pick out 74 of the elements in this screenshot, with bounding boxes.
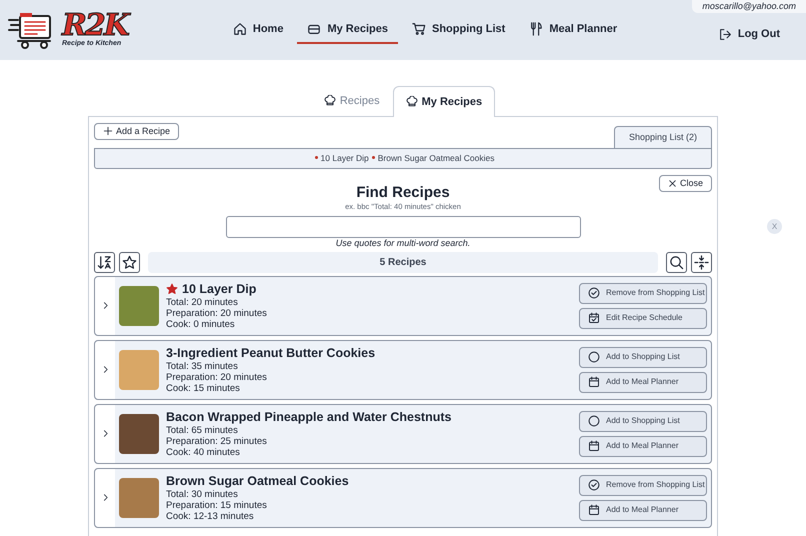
recipe-time: Total: 20 minutes — [166, 296, 239, 308]
home-icon — [232, 22, 247, 36]
favorites-button[interactable] — [119, 252, 140, 272]
nav-link[interactable]: My Recipes — [297, 16, 398, 44]
cart-icon — [412, 22, 426, 36]
nav-link[interactable]: Home — [222, 16, 294, 44]
close-button[interactable]: Close — [658, 174, 712, 192]
sort-descending-icon — [97, 254, 112, 270]
logout-icon — [718, 28, 732, 40]
recipe-title[interactable]: 3-Ingredient Peanut Butter Cookies — [166, 346, 376, 360]
photo-placeholder — [119, 350, 159, 390]
recipe-time: Cook: 40 minutes — [166, 446, 241, 458]
calendar-check-icon — [588, 312, 600, 324]
user-email: moscarillo@yahoo.com — [692, 0, 806, 13]
search-hint: Use quotes for multi-word search. — [336, 238, 470, 248]
recipe-time: Preparation: 20 minutes — [166, 308, 268, 318]
shopping-cart-logo-icon — [8, 10, 54, 50]
plus-icon — [103, 126, 113, 136]
photo-placeholder — [119, 286, 159, 326]
chef-hat-icon — [406, 96, 418, 108]
check-circle-icon — [588, 479, 600, 491]
logout-button[interactable]: Log Out — [708, 20, 790, 50]
recipe-time: Cook: 12-13 minutes — [166, 510, 255, 522]
calendar-icon — [588, 440, 600, 452]
collapse-icon — [694, 254, 709, 270]
star-icon — [122, 254, 137, 270]
shopping-list-button[interactable]: Add to Shopping List — [579, 346, 707, 368]
recipe-time: Preparation: 25 minutes — [166, 436, 268, 446]
bullet-icon — [372, 156, 375, 158]
circle-icon — [588, 415, 600, 427]
search-icon — [669, 254, 684, 270]
search-button[interactable] — [666, 252, 687, 272]
meal-planner-button[interactable]: Add to Meal Planner — [579, 436, 707, 456]
recipe-title[interactable]: Brown Sugar Oatmeal Cookies — [166, 474, 349, 488]
container-icon — [307, 22, 322, 36]
recipe-time: Total: 35 minutes — [166, 360, 239, 372]
meal-planner-button[interactable]: Add to Meal Planner — [579, 500, 707, 520]
photo-placeholder — [119, 414, 159, 454]
tab[interactable]: My Recipes — [392, 86, 496, 116]
meal-planner-button[interactable]: Add to Meal Planner — [579, 372, 707, 392]
bullet-icon — [314, 156, 318, 158]
logo-wordmark: R2K — [62, 12, 128, 40]
shopping-list-tab[interactable]: Shopping List (2) — [614, 126, 712, 148]
calendar-icon — [588, 504, 600, 516]
recipe-time: Total: 65 minutes — [166, 424, 239, 436]
recipe-time: Cook: 15 minutes — [166, 382, 241, 394]
add-recipe-button[interactable]: Add a Recipe — [94, 122, 180, 140]
shopping-list-button[interactable]: Add to Shopping List — [579, 410, 707, 432]
sort-button[interactable] — [94, 252, 115, 272]
recipe-time: Preparation: 15 minutes — [166, 500, 268, 510]
meal-planner-button[interactable]: Edit Recipe Schedule — [579, 308, 707, 328]
chef-hat-icon — [324, 95, 336, 108]
close-icon — [668, 178, 677, 188]
tab[interactable]: Recipes — [310, 86, 393, 116]
shopping-list-item[interactable]: Brown Sugar Oatmeal Cookies — [378, 152, 494, 162]
recipe-time: Cook: 0 minutes — [166, 318, 236, 330]
calendar-icon — [588, 376, 600, 388]
shopping-list-button[interactable]: Remove from Shopping List — [579, 474, 707, 496]
find-recipes-title: Find Recipes — [356, 184, 450, 202]
recipe-time: Total: 30 minutes — [166, 488, 239, 500]
recipe-title[interactable]: 10 Layer Dip — [182, 282, 256, 296]
check-circle-icon — [588, 287, 600, 299]
utensils-icon — [529, 22, 544, 36]
shopping-list-button[interactable]: Remove from Shopping List — [579, 282, 707, 304]
collapse-button[interactable] — [691, 252, 712, 272]
photo-placeholder — [119, 478, 159, 518]
nav-link[interactable]: Meal Planner — [519, 16, 628, 44]
recipe-time: Preparation: 20 minutes — [166, 372, 268, 382]
recipe-count: 5 Recipes — [148, 252, 658, 272]
recipe-title[interactable]: Bacon Wrapped Pineapple and Water Chestnuts — [166, 410, 452, 424]
shopping-list-item[interactable]: 10 Layer Dip — [320, 152, 369, 162]
circle-icon — [588, 351, 600, 363]
search-field[interactable] — [226, 216, 580, 238]
nav-link[interactable]: Shopping List — [402, 16, 516, 44]
